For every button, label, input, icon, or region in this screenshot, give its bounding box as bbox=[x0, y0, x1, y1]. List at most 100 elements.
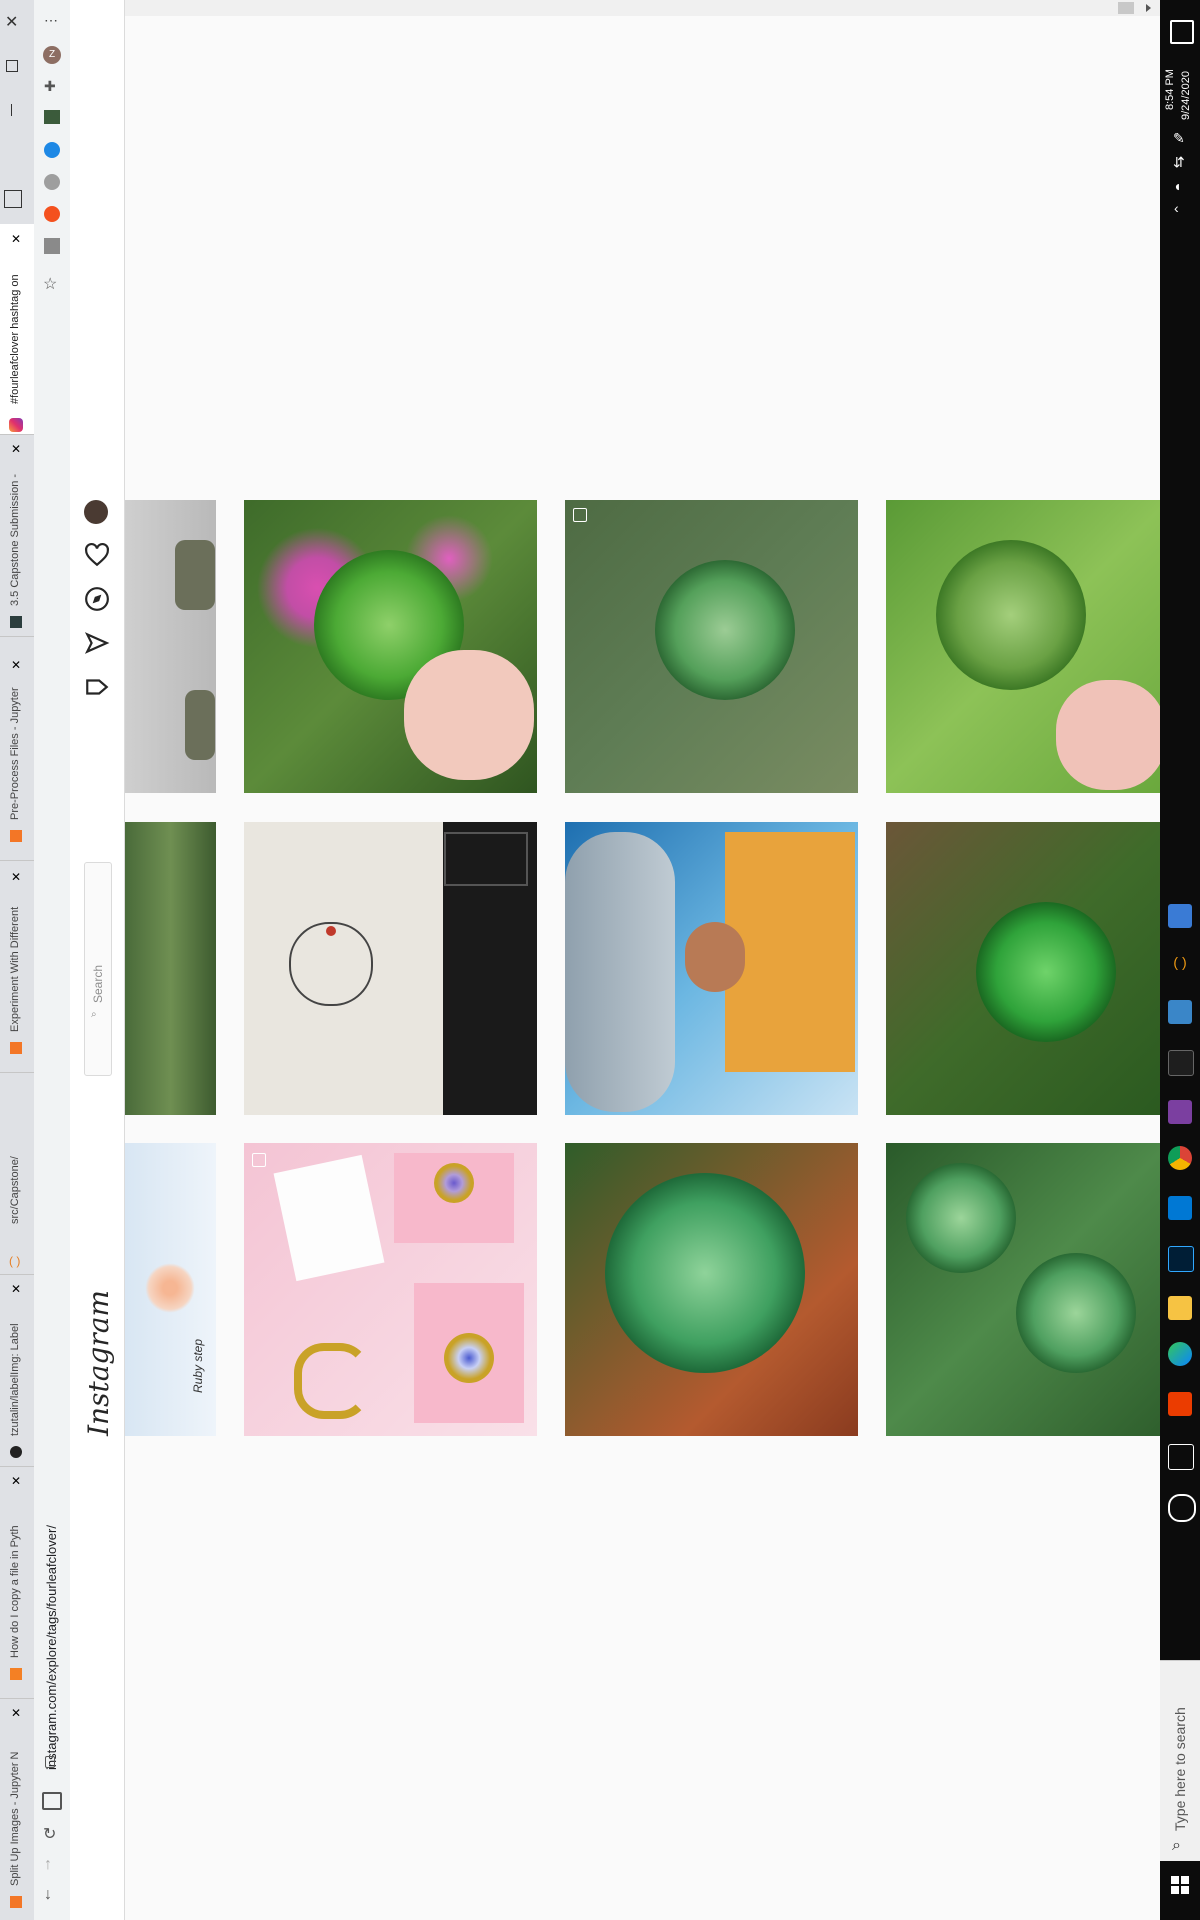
extension-icon[interactable] bbox=[44, 110, 60, 124]
outlook-app-icon[interactable] bbox=[1168, 1000, 1192, 1024]
photo-clover-ground[interactable] bbox=[565, 500, 858, 793]
terminal-app-icon[interactable] bbox=[1168, 1050, 1194, 1076]
tab-capstone-submission[interactable]: 3.5 Capstone Submission - ✕ bbox=[0, 436, 34, 637]
reload-icon[interactable]: ↻ bbox=[43, 1824, 56, 1844]
tab-label: src/Capstone/ bbox=[9, 1156, 21, 1224]
mail-app-icon[interactable] bbox=[1168, 1196, 1192, 1220]
close-window-icon[interactable]: ✕ bbox=[5, 12, 18, 32]
instagram-favicon-icon bbox=[9, 418, 23, 432]
minimize-window-icon[interactable] bbox=[11, 104, 12, 116]
notifications-icon[interactable] bbox=[1170, 20, 1194, 44]
forward-icon[interactable]: ↑ bbox=[44, 1856, 52, 1874]
back-icon[interactable]: ↓ bbox=[44, 1886, 52, 1904]
tattoo-sketch bbox=[444, 832, 528, 886]
taskbar-search-box[interactable]: Type here to search ⌕ bbox=[1160, 1660, 1200, 1861]
extensions-puzzle-icon[interactable]: ✚ bbox=[44, 78, 56, 95]
photo-clover-pink-flowers[interactable] bbox=[244, 500, 537, 793]
photo-ufo-man[interactable] bbox=[565, 822, 858, 1115]
instagram-logo[interactable]: Instagram bbox=[82, 1290, 115, 1436]
hand-shape bbox=[1056, 680, 1160, 790]
tab-close-icon[interactable]: ✕ bbox=[11, 1706, 21, 1720]
tab-label: How do I copy a file in Pyth bbox=[9, 1525, 21, 1658]
brackets-favicon-icon: ( ) bbox=[9, 1254, 21, 1268]
legs-shape bbox=[185, 690, 215, 760]
tab-src-capstone[interactable]: ( ) src/Capstone/ bbox=[0, 1074, 34, 1275]
chevron-up-icon[interactable]: ‹ bbox=[1174, 200, 1179, 216]
clover-leaf bbox=[605, 1173, 805, 1373]
tab-close-icon[interactable]: ✕ bbox=[11, 870, 21, 884]
legs-shape bbox=[175, 540, 215, 610]
explore-compass-icon[interactable] bbox=[84, 586, 110, 612]
extension-icon[interactable] bbox=[44, 142, 60, 158]
home-icon[interactable] bbox=[42, 1792, 62, 1810]
tab-preprocess[interactable]: Pre-Process Files - Jupyter ✕ bbox=[0, 650, 34, 861]
profile-avatar[interactable]: Z bbox=[43, 46, 61, 64]
photo-partial-legs[interactable] bbox=[125, 500, 216, 793]
direct-send-icon[interactable] bbox=[84, 630, 110, 656]
network-icon[interactable]: ⇵ bbox=[1173, 154, 1185, 171]
ladybug bbox=[326, 926, 336, 936]
tab-labelimg[interactable]: tzutalin/labelImg: Label ✕ bbox=[0, 1276, 34, 1467]
photo-pink-pouches[interactable] bbox=[244, 1143, 537, 1436]
tab-close-icon[interactable]: ✕ bbox=[11, 1474, 21, 1488]
file-explorer-icon[interactable] bbox=[1168, 1296, 1192, 1320]
photoshop-app-icon[interactable] bbox=[1168, 1246, 1194, 1272]
bookmark-star-icon[interactable]: ☆ bbox=[43, 274, 57, 294]
search-input[interactable]: Search ⌕ bbox=[84, 862, 112, 1076]
letter-c-embroidery bbox=[294, 1343, 370, 1419]
tab-fourleafclover[interactable]: #fourleafclover hashtag on ✕ bbox=[0, 224, 34, 435]
volume-icon[interactable]: ◖ bbox=[1173, 178, 1181, 194]
clock-date[interactable]: 9/24/2020 bbox=[1180, 71, 1192, 120]
cortana-icon[interactable] bbox=[1168, 1494, 1196, 1522]
search-placeholder: Search bbox=[91, 964, 105, 1003]
clover-leaf bbox=[906, 1163, 1016, 1273]
calendar-app-icon[interactable] bbox=[1168, 904, 1192, 928]
home-icon[interactable] bbox=[84, 674, 110, 700]
chrome-app-icon[interactable] bbox=[1168, 1146, 1192, 1170]
office-app-icon[interactable] bbox=[1168, 1392, 1192, 1416]
taskbar-search-placeholder: Type here to search bbox=[1172, 1707, 1188, 1831]
photo-clover-red-leaves[interactable] bbox=[565, 1143, 858, 1436]
brackets-app-icon[interactable]: ( ) bbox=[1168, 954, 1192, 978]
extension-icon[interactable] bbox=[44, 174, 60, 190]
photo-clover-dark-grass[interactable] bbox=[886, 822, 1160, 1115]
tab-close-icon[interactable]: ✕ bbox=[11, 658, 21, 672]
pouch-white bbox=[273, 1154, 385, 1282]
photo-clover-patch[interactable] bbox=[886, 1143, 1160, 1436]
photo-caption: Ruby step bbox=[191, 1338, 205, 1393]
heart-icon[interactable] bbox=[84, 542, 110, 568]
pen-icon[interactable]: ✎ bbox=[1173, 130, 1185, 147]
lock-icon bbox=[45, 1756, 55, 1768]
profile-avatar[interactable] bbox=[84, 500, 108, 524]
stackoverflow-favicon-icon bbox=[10, 1668, 22, 1680]
tab-split-images[interactable]: Split Up Images - Jupyter N ✕ bbox=[0, 1700, 34, 1920]
tab-experiment[interactable]: Experiment With Different ✕ bbox=[0, 862, 34, 1073]
onenote-app-icon[interactable] bbox=[1168, 1100, 1192, 1124]
favicon-icon bbox=[10, 616, 22, 628]
tab-close-icon[interactable]: ✕ bbox=[11, 232, 21, 246]
photo-clover-held-grass[interactable] bbox=[886, 500, 1160, 793]
restore-window-icon[interactable] bbox=[6, 60, 18, 72]
windows-start-icon[interactable] bbox=[1171, 1876, 1189, 1894]
tab-label: Pre-Process Files - Jupyter bbox=[9, 687, 21, 820]
address-bar[interactable]: instagram.com/explore/tags/fourleafclove… bbox=[44, 1525, 59, 1770]
edge-app-icon[interactable] bbox=[1168, 1342, 1192, 1366]
explore-grid: Ruby step bbox=[125, 0, 1160, 1920]
search-icon: ⌕ bbox=[1172, 1837, 1181, 1854]
tab-label: Experiment With Different bbox=[9, 906, 21, 1032]
menu-dots-icon[interactable]: ⋯ bbox=[44, 12, 58, 29]
extension-icon[interactable] bbox=[44, 206, 60, 222]
tab-label: #fourleafclover hashtag on bbox=[9, 274, 21, 404]
tab-search-icon[interactable] bbox=[4, 190, 22, 208]
tab-copy-file[interactable]: How do I copy a file in Pyth ✕ bbox=[0, 1468, 34, 1699]
clock-time[interactable]: 8:54 PM bbox=[1164, 69, 1176, 110]
tab-close-icon[interactable]: ✕ bbox=[11, 442, 21, 456]
task-view-icon[interactable] bbox=[1168, 1444, 1194, 1470]
tab-close-icon[interactable]: ✕ bbox=[11, 1282, 21, 1296]
photo-partial-flower-drawing[interactable]: Ruby step bbox=[125, 1143, 216, 1436]
clover-leaf bbox=[655, 560, 795, 700]
photo-partial-grass[interactable] bbox=[125, 822, 216, 1115]
photo-clover-tattoo[interactable] bbox=[244, 822, 537, 1115]
extension-icon[interactable] bbox=[44, 238, 60, 254]
github-favicon-icon bbox=[10, 1446, 22, 1458]
